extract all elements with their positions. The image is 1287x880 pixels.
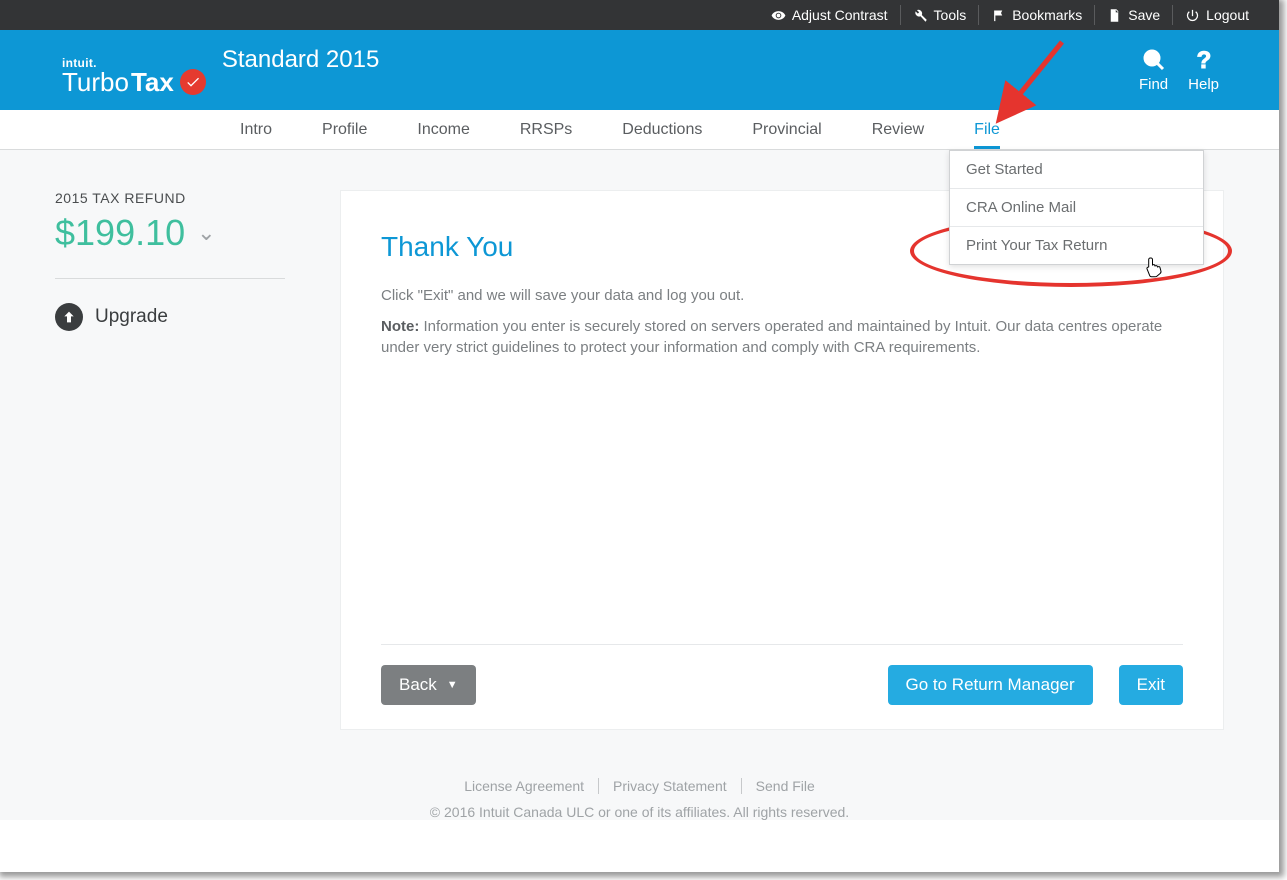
footer-sendfile[interactable]: Send File <box>741 778 829 794</box>
divider <box>55 278 285 279</box>
topbar: Adjust Contrast Tools Bookmarks Save Log… <box>0 0 1279 30</box>
footer-privacy[interactable]: Privacy Statement <box>598 778 741 794</box>
brand-logo: intuit. TurboTax <box>62 57 206 95</box>
file-dropdown: Get Started CRA Online Mail Print Your T… <box>949 150 1204 265</box>
back-button[interactable]: Back ▼ <box>381 665 476 705</box>
card-buttons: Back ▼ Go to Return Manager Exit <box>381 665 1183 705</box>
save-label: Save <box>1128 7 1160 23</box>
back-label: Back <box>399 675 437 695</box>
note-text: Note: Information you enter is securely … <box>381 316 1183 358</box>
dropdown-print-tax-return[interactable]: Print Your Tax Return <box>950 226 1203 264</box>
goto-return-manager-button[interactable]: Go to Return Manager <box>888 665 1093 705</box>
card-divider <box>381 644 1183 645</box>
exit-instruction: Click "Exit" and we will save your data … <box>381 287 1183 304</box>
caret-down-icon: ▼ <box>447 679 458 691</box>
logout-button[interactable]: Logout <box>1172 5 1261 25</box>
sidebar: 2015 TAX REFUND $199.10 ⌄ Upgrade <box>55 190 285 730</box>
refund-value: $199.10 <box>55 212 185 254</box>
footer-links: License Agreement Privacy Statement Send… <box>0 778 1279 794</box>
flag-icon <box>991 8 1006 23</box>
adjust-contrast-label: Adjust Contrast <box>792 7 888 23</box>
find-button[interactable]: Find <box>1139 48 1168 93</box>
wrench-icon <box>913 8 928 23</box>
help-label: Help <box>1188 76 1219 93</box>
nav-profile[interactable]: Profile <box>322 113 367 147</box>
help-button[interactable]: ? Help <box>1188 48 1219 93</box>
upgrade-button[interactable]: Upgrade <box>55 303 285 331</box>
brand-turbo: Turbo <box>62 69 129 95</box>
edition-label: Standard 2015 <box>222 46 379 74</box>
blue-header: intuit. TurboTax Standard 2015 Find ? He… <box>0 30 1279 110</box>
nav-provincial[interactable]: Provincial <box>752 113 821 147</box>
nav-intro[interactable]: Intro <box>240 113 272 147</box>
svg-text:?: ? <box>1196 48 1211 72</box>
bookmarks-button[interactable]: Bookmarks <box>978 5 1094 25</box>
exit-button[interactable]: Exit <box>1119 665 1183 705</box>
copyright: © 2016 Intuit Canada ULC or one of its a… <box>0 804 1279 820</box>
header-actions: Find ? Help <box>1139 48 1219 93</box>
chevron-down-icon: ⌄ <box>197 220 215 246</box>
nav-review[interactable]: Review <box>872 113 924 147</box>
refund-amount[interactable]: $199.10 ⌄ <box>55 212 285 254</box>
nav-rrsps[interactable]: RRSPs <box>520 113 572 147</box>
brand-tax: Tax <box>131 69 174 95</box>
dropdown-get-started[interactable]: Get Started <box>950 151 1203 188</box>
power-icon <box>1185 8 1200 23</box>
footer-license[interactable]: License Agreement <box>450 778 598 794</box>
upgrade-label: Upgrade <box>95 306 168 328</box>
note-label: Note: <box>381 318 419 335</box>
refund-label: 2015 TAX REFUND <box>55 190 285 206</box>
find-label: Find <box>1139 76 1168 93</box>
tools-label: Tools <box>934 7 967 23</box>
document-icon <box>1107 8 1122 23</box>
dropdown-cra-online-mail[interactable]: CRA Online Mail <box>950 188 1203 226</box>
footer: License Agreement Privacy Statement Send… <box>0 760 1279 820</box>
navbar: Intro Profile Income RRSPs Deductions Pr… <box>0 110 1279 150</box>
nav-deductions[interactable]: Deductions <box>622 113 702 147</box>
tools-button[interactable]: Tools <box>900 5 979 25</box>
nav-file[interactable]: File <box>974 113 1000 147</box>
eye-icon <box>771 8 786 23</box>
note-body: Information you enter is securely stored… <box>381 318 1162 356</box>
question-icon: ? <box>1192 48 1216 72</box>
search-icon <box>1142 48 1166 72</box>
main-card: Thank You Click "Exit" and we will save … <box>340 190 1224 730</box>
logout-label: Logout <box>1206 7 1249 23</box>
brand: intuit. TurboTax Standard 2015 <box>62 46 379 95</box>
nav-income[interactable]: Income <box>417 113 469 147</box>
checkmark-badge-icon <box>180 69 206 95</box>
arrow-up-circle-icon <box>55 303 83 331</box>
save-button[interactable]: Save <box>1094 5 1172 25</box>
adjust-contrast-button[interactable]: Adjust Contrast <box>759 5 900 25</box>
bookmarks-label: Bookmarks <box>1012 7 1082 23</box>
